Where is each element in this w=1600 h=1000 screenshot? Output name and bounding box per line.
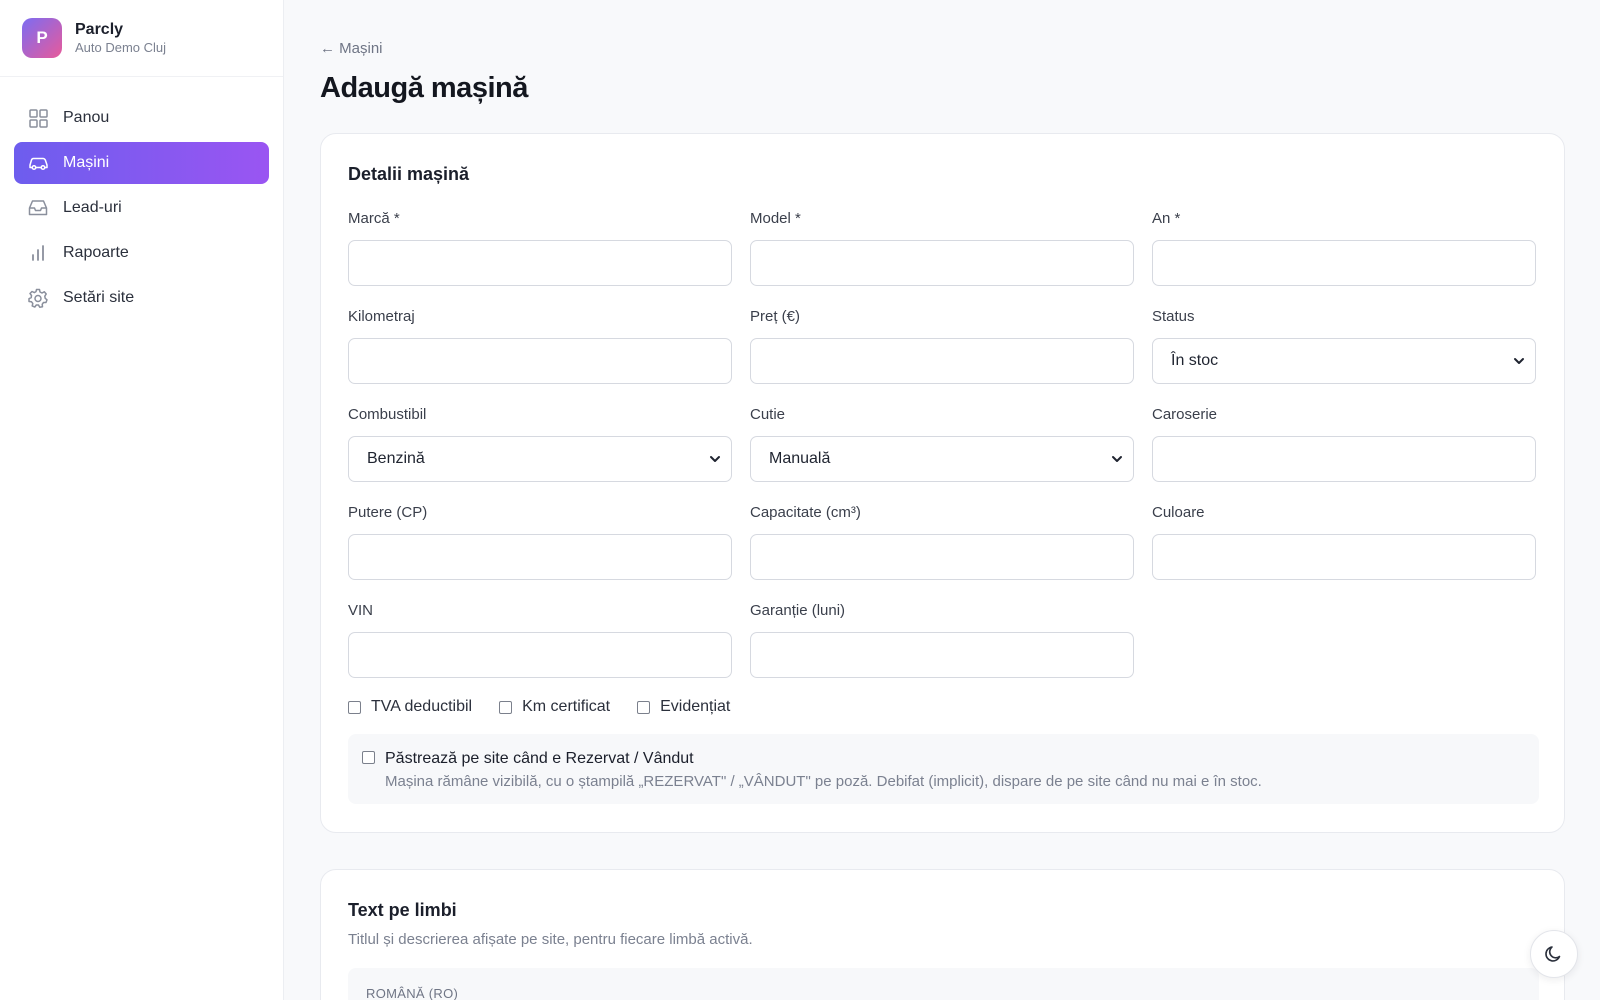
sidebar-item-label: Setări site — [63, 289, 135, 306]
make-input[interactable] — [348, 240, 732, 286]
brand-logo: P — [22, 18, 62, 58]
keep-on-site-option: Păstrează pe site când e Rezervat / Vând… — [348, 734, 1539, 804]
warranty-input[interactable] — [750, 632, 1134, 678]
page-title: Adaugă mașină — [320, 72, 528, 104]
model-input[interactable] — [750, 240, 1134, 286]
warranty-label: Garanție (luni) — [750, 602, 846, 619]
sidebar-item-setari-site[interactable]: Setări site — [14, 277, 269, 319]
status-select[interactable]: În stoc — [1152, 338, 1536, 384]
vat-deductible-checkbox[interactable]: TVA deductibil — [348, 698, 472, 716]
keep-on-site-description: Mașina rămâne vizibilă, cu o ștampilă „R… — [385, 773, 1262, 790]
chevron-down-icon — [710, 456, 720, 462]
keep-on-site-checkbox[interactable] — [362, 751, 375, 764]
card-title: Text pe limbi — [348, 900, 457, 920]
sidebar-item-rapoarte[interactable]: Rapoarte — [14, 232, 269, 274]
language-label: ROMÂNĂ (RO) — [366, 986, 459, 1000]
brand-text: Parcly Auto Demo Cluj — [75, 20, 166, 56]
sidebar-item-label: Mașini — [63, 154, 110, 171]
vin-label: VIN — [348, 602, 374, 619]
checkbox-box[interactable] — [348, 700, 361, 714]
sidebar-nav: Panou Mașini Lead-uri Rapoarte Setări si… — [0, 77, 283, 319]
gearbox-label: Cutie — [750, 406, 786, 423]
car-icon — [27, 152, 49, 174]
vin-input[interactable] — [348, 632, 732, 678]
flags-row: TVA deductibil Km certificat Evidențiat — [348, 698, 757, 716]
power-input[interactable] — [348, 534, 732, 580]
languages-card: Text pe limbi Titlul și descrierea afișa… — [320, 869, 1565, 1000]
car-details-card: Detalii mașină Marcă * Model * An * Kilo… — [320, 133, 1565, 833]
make-label: Marcă * — [348, 210, 400, 227]
checkbox-label: TVA deductibil — [371, 698, 473, 715]
checkbox-box[interactable] — [637, 700, 651, 714]
checkbox-label: Evidențiat — [660, 698, 731, 715]
km-certified-checkbox[interactable]: Km certificat — [499, 698, 610, 716]
grid-icon — [27, 107, 49, 129]
featured-checkbox[interactable]: Evidențiat — [637, 698, 730, 716]
sidebar-item-label: Lead-uri — [63, 199, 122, 216]
gear-icon — [27, 287, 49, 309]
bar-chart-icon — [27, 242, 49, 264]
sidebar-item-panou[interactable]: Panou — [14, 97, 269, 139]
chevron-down-icon — [1112, 456, 1122, 462]
brand-subtitle: Auto Demo Cluj — [75, 40, 167, 55]
fuel-select-value: Benzină — [367, 450, 425, 467]
checkbox-label: Km certificat — [522, 698, 611, 715]
languages-subtitle: Titlul și descrierea afișate pe site, pe… — [348, 931, 753, 948]
brand: P Parcly Auto Demo Cluj — [0, 0, 283, 77]
brand-name: Parcly — [75, 21, 124, 38]
capacity-label: Capacitate (cm³) — [750, 504, 861, 521]
keep-on-site-label: Păstrează pe site când e Rezervat / Vând… — [385, 750, 694, 767]
body-input[interactable] — [1152, 436, 1536, 482]
color-input[interactable] — [1152, 534, 1536, 580]
inbox-icon — [27, 197, 49, 219]
price-input[interactable] — [750, 338, 1134, 384]
sidebar-item-lead-uri[interactable]: Lead-uri — [14, 187, 269, 229]
theme-toggle-button[interactable] — [1530, 930, 1578, 978]
gearbox-select-value: Manuală — [769, 450, 831, 467]
capacity-input[interactable] — [750, 534, 1134, 580]
language-section-ro: ROMÂNĂ (RO) — [348, 968, 1539, 1000]
year-input[interactable] — [1152, 240, 1536, 286]
mileage-label: Kilometraj — [348, 308, 415, 325]
status-select-value: În stoc — [1171, 352, 1219, 369]
sidebar: P Parcly Auto Demo Cluj Panou Mașini Lea… — [0, 0, 284, 1000]
power-label: Putere (CP) — [348, 504, 428, 521]
color-label: Culoare — [1152, 504, 1205, 521]
body-label: Caroserie — [1152, 406, 1218, 423]
sidebar-item-masini[interactable]: Mașini — [14, 142, 269, 184]
back-link[interactable]: ← Mașini — [320, 40, 383, 57]
fuel-select[interactable]: Benzină — [348, 436, 732, 482]
checkbox-box[interactable] — [499, 700, 513, 714]
chevron-down-icon — [1514, 358, 1524, 364]
moon-icon — [1545, 946, 1561, 962]
status-label: Status — [1152, 308, 1195, 325]
fuel-label: Combustibil — [348, 406, 427, 423]
sidebar-item-label: Panou — [63, 109, 110, 126]
sidebar-item-label: Rapoarte — [63, 244, 129, 261]
card-title: Detalii mașină — [348, 164, 470, 184]
year-label: An * — [1152, 210, 1181, 227]
model-label: Model * — [750, 210, 801, 227]
gearbox-select[interactable]: Manuală — [750, 436, 1134, 482]
mileage-input[interactable] — [348, 338, 732, 384]
price-label: Preț (€) — [750, 308, 801, 325]
